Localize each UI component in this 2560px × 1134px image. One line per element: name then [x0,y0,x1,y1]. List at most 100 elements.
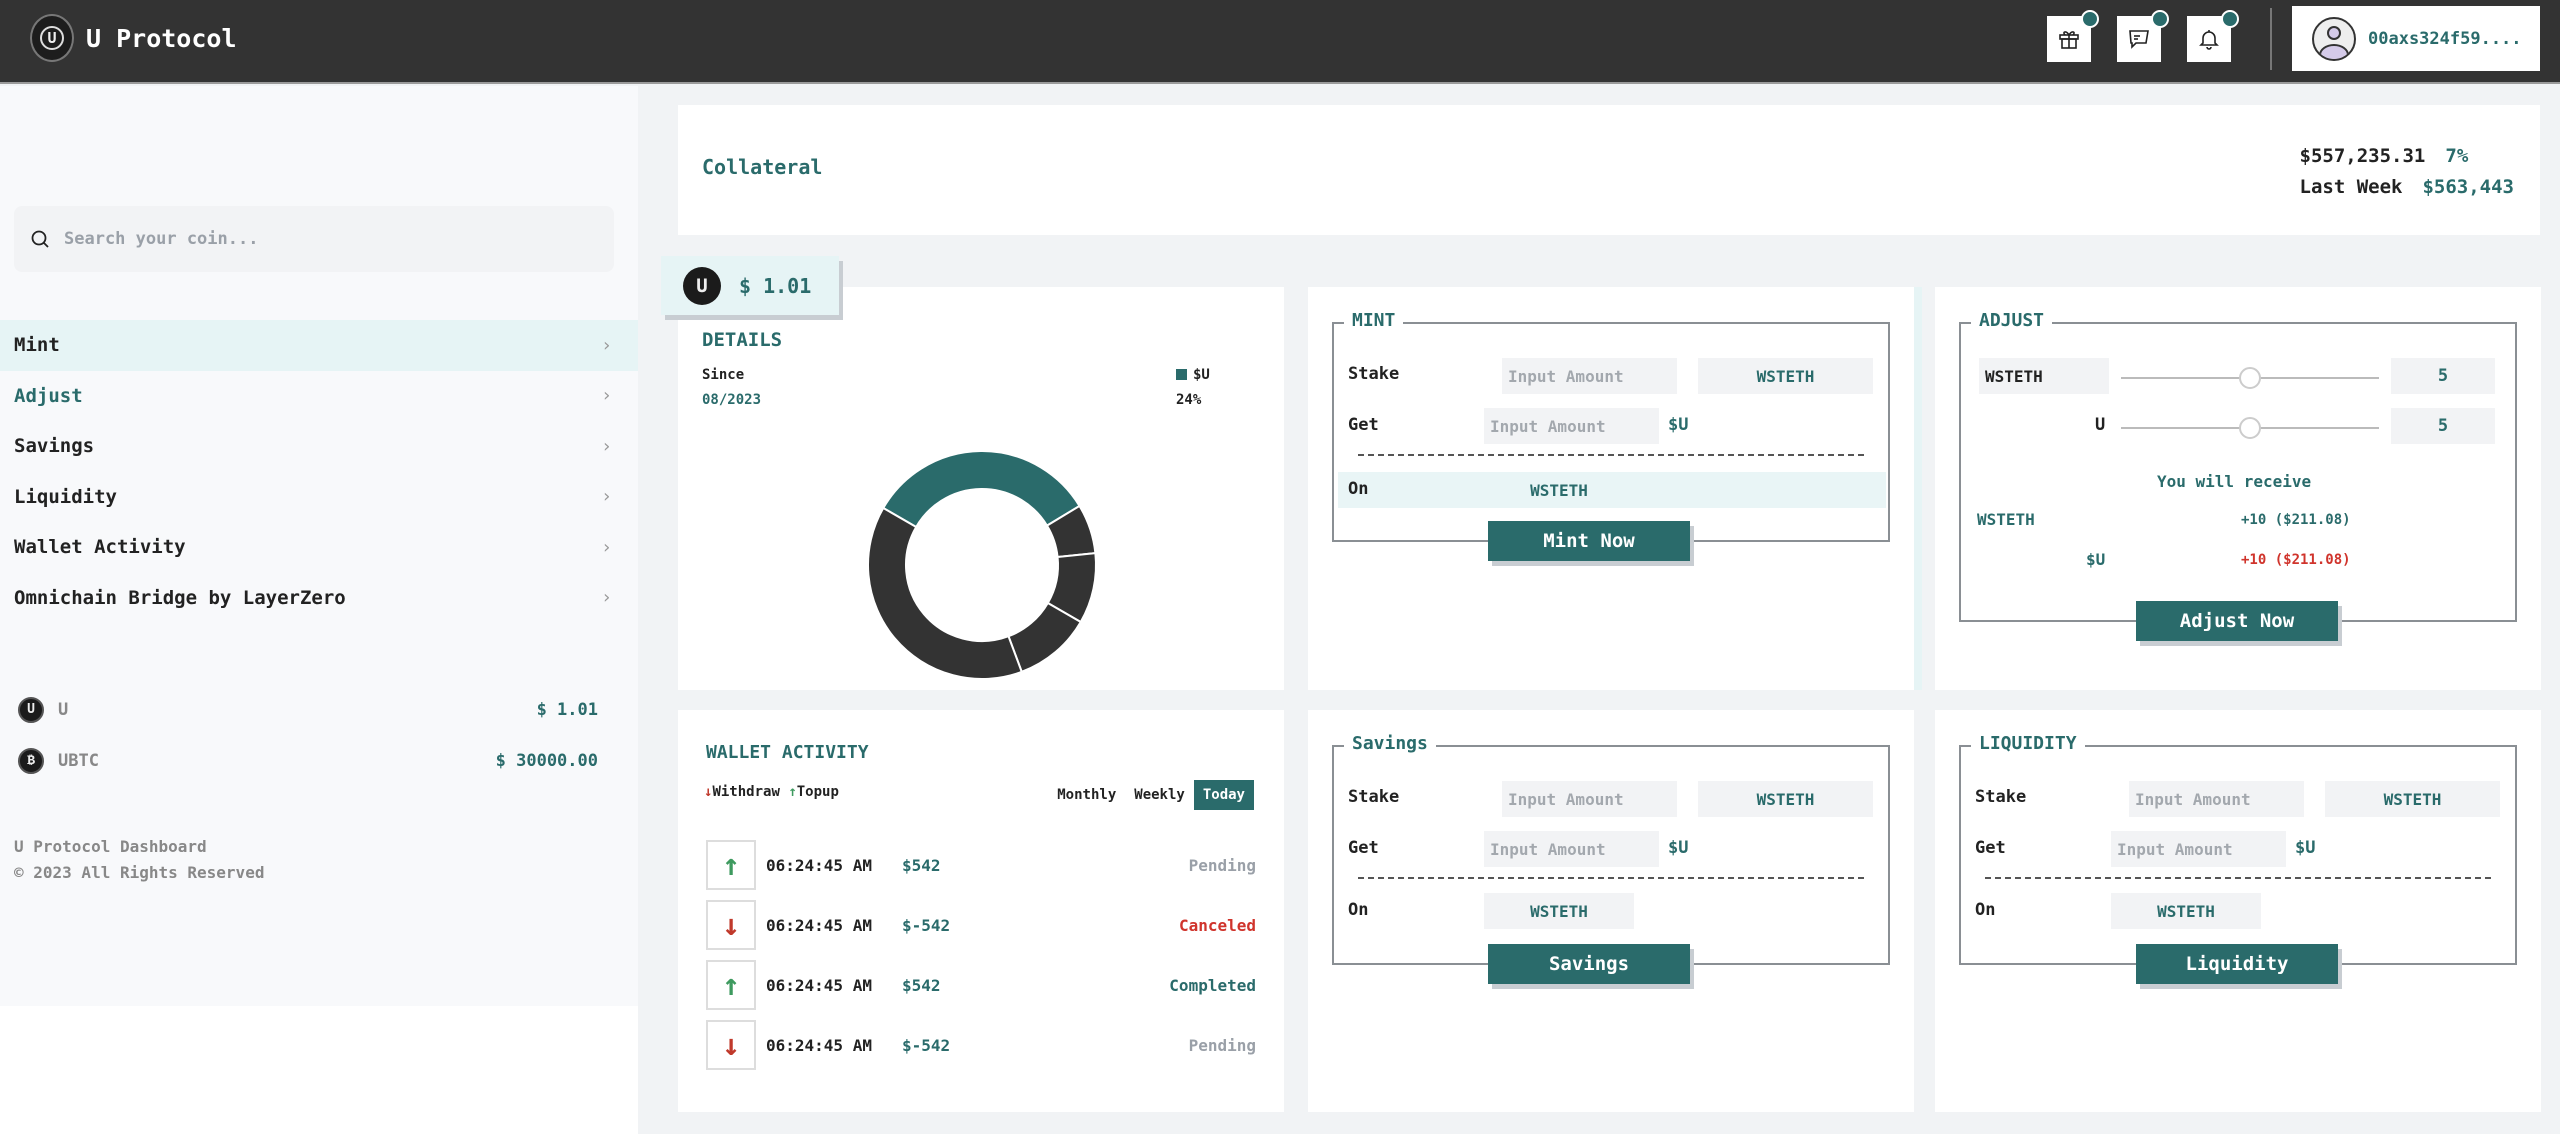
on-token-select[interactable]: WSTETH [1484,472,1634,508]
collateral-card: Collateral $557,235.31 7% Last Week $563,4… [678,105,2540,235]
tab-weekly[interactable]: Weekly [1125,780,1194,810]
brand[interactable]: U U Protocol [30,14,237,62]
chart-legend: $U [1176,367,1210,383]
tx-status: Pending [1188,855,1256,875]
tx-time: 06:24:45 AM [766,1035,872,1055]
get-label: Get [1975,838,2006,858]
notification-badge [2151,10,2169,28]
sidebar-item-savings[interactable]: Savings › [0,421,638,472]
get-amount-input[interactable] [1484,831,1659,867]
receive-token: $U [2086,550,2106,569]
get-label: Get [1348,838,1379,858]
slider-thumb[interactable] [2239,417,2261,439]
get-unit: $U [2295,838,2316,858]
liquidity-fieldset: LIQUIDITY Stake WSTETH Get $U On WSTETH [1959,733,2517,965]
coin-item-u[interactable]: UU $ 1.01 [18,684,598,735]
last-week-value: $563,443 [2422,176,2514,198]
u-coin-icon: U [683,266,721,305]
collateral-title: Collateral [702,155,823,179]
stake-token-select[interactable]: WSTETH [1698,781,1873,817]
on-token-select[interactable]: WSTETH [1484,893,1634,929]
u-protocol-logo-icon: U [30,14,74,62]
receive-amount: +10 ($211.08) [2241,512,2351,528]
legend-topup: Topup [796,784,839,800]
savings-button[interactable]: Savings [1488,944,1690,984]
period-tabs: Monthly Weekly Today [1048,780,1254,810]
sidebar-item-liquidity[interactable]: Liquidity › [0,472,638,523]
tab-monthly[interactable]: Monthly [1048,780,1125,810]
collateral-value: $557,235.31 [2299,145,2426,167]
get-amount-input[interactable] [1484,408,1659,444]
liquidity-card: LIQUIDITY Stake WSTETH Get $U On WSTETH … [1935,710,2541,1112]
sidebar: Mint › Adjust › Savings › Liquidity › Wallet… [0,86,638,1006]
chevron-right-icon: › [601,536,612,558]
liquidity-button[interactable]: Liquidity [2136,944,2338,984]
sidebar-nav: Mint › Adjust › Savings › Liquidity › Wallet… [0,320,638,623]
divider [1358,454,1864,456]
details-title: DETAILS [702,329,783,351]
sidebar-item-omnichain-bridge[interactable]: Omnichain Bridge by LayerZero › [0,573,638,624]
arrow-down-icon: ↓ [706,1020,756,1070]
chat-button[interactable] [2117,10,2169,62]
sidebar-item-label: Wallet Activity [14,536,186,559]
footer-title: U Protocol Dashboard [14,837,207,856]
sidebar-item-adjust[interactable]: Adjust › [0,371,638,422]
gift-icon [2059,31,2079,49]
tab-today[interactable]: Today [1193,780,1254,810]
slider-thumb[interactable] [2239,367,2261,389]
arrow-down-icon: ↓ [706,900,756,950]
search-icon [31,230,49,248]
coin-price: $ 1.01 [536,699,598,720]
divider [1358,877,1864,879]
bell-icon [2199,30,2219,50]
search-input[interactable] [64,229,584,249]
topup-arrow-icon: ↑ [788,784,797,800]
tx-status: Pending [1188,1035,1256,1055]
on-label: On [1975,900,1996,920]
stake-token-select[interactable]: WSTETH [1698,358,1873,394]
get-amount-input[interactable] [2111,831,2286,867]
get-label: Get [1348,415,1379,435]
stake-amount-input[interactable] [1502,358,1677,394]
sidebar-item-mint[interactable]: Mint › [0,320,638,371]
top-bar: U U Protocol 00axs324f59.... [0,0,2560,84]
wallet-activity-card: WALLET ACTIVITY ↓Withdraw ↑Topup Monthly… [678,710,1284,1112]
coin-list: UU $ 1.01 ₿ UBTC $ 30000.00 [18,684,598,786]
wsteth-value-box[interactable]: 5 [2391,358,2495,394]
app-title: U Protocol [86,23,237,53]
gift-button[interactable] [2047,10,2099,62]
collateral-change: 7% [2445,145,2469,167]
stake-amount-input[interactable] [2129,781,2304,817]
transaction-row[interactable]: ↓ 06:24:45 AM $-542 Pending [706,1020,1256,1070]
transaction-row[interactable]: ↓ 06:24:45 AM $-542 Canceled [706,900,1256,950]
adjust-fieldset: ADJUST WSTETH 5 U 5 You will receive WST… [1959,310,2517,622]
sidebar-item-wallet-activity[interactable]: Wallet Activity › [0,522,638,573]
coin-item-ubtc[interactable]: ₿ UBTC $ 30000.00 [18,735,598,786]
legend-swatch [1176,369,1187,380]
transaction-row[interactable]: ↑ 06:24:45 AM $542 Completed [706,960,1256,1010]
adjust-now-button[interactable]: Adjust Now [2136,601,2338,641]
details-card: DETAILS Since 08/2023 $U 24% [678,287,1284,690]
savings-title: Savings [1344,733,1436,754]
transaction-row[interactable]: ↑ 06:24:45 AM $542 Pending [706,840,1256,890]
tx-amount: $542 [902,855,941,875]
u-slider[interactable] [2121,417,2379,439]
stake-token-select[interactable]: WSTETH [2325,781,2500,817]
search-box[interactable] [14,206,614,272]
chevron-right-icon: › [601,486,612,508]
wallet-button[interactable]: 00axs324f59.... [2292,6,2540,71]
tx-time: 06:24:45 AM [766,855,872,875]
wsteth-slider[interactable] [2121,367,2379,389]
u-value-box[interactable]: 5 [2391,408,2495,444]
mint-card: MINT Stake WSTETH Get $U On WSTETH Mint … [1308,287,1914,690]
savings-card: Savings Stake WSTETH Get $U On WSTETH Sa… [1308,710,1914,1112]
chevron-right-icon: › [601,385,612,407]
stake-amount-input[interactable] [1502,781,1677,817]
chevron-right-icon: › [601,587,612,609]
receive-amount: +10 ($211.08) [2241,552,2351,568]
notifications-button[interactable] [2187,10,2239,62]
on-token-select[interactable]: WSTETH [2111,893,2261,929]
legend-value: 24% [1176,392,1202,408]
get-unit: $U [1668,415,1689,435]
mint-now-button[interactable]: Mint Now [1488,521,1690,561]
